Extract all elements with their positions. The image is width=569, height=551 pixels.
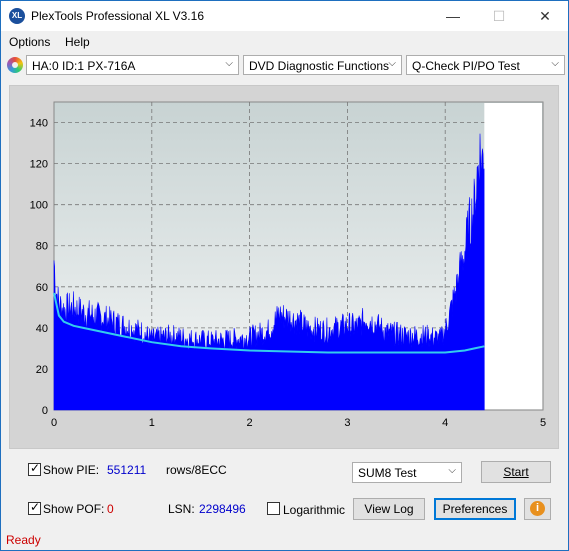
y-tick-label: 0 xyxy=(42,405,48,417)
lsn-value: 2298496 xyxy=(199,502,246,516)
maximize-button[interactable]: ☐ xyxy=(476,1,522,31)
drive-select-value: HA:0 ID:1 PX-716A xyxy=(32,59,136,73)
drive-select[interactable]: HA:0 ID:1 PX-716A ⌵ xyxy=(26,55,239,75)
toolbar: HA:0 ID:1 PX-716A ⌵ DVD Diagnostic Funct… xyxy=(1,53,568,79)
unscanned-region xyxy=(484,103,542,409)
menu-bar: Options Help xyxy=(1,32,568,52)
show-pie-label: Show PIE: xyxy=(43,463,100,477)
preferences-button[interactable]: Preferences xyxy=(434,498,516,520)
y-tick-label: 40 xyxy=(36,323,48,335)
menu-help[interactable]: Help xyxy=(65,35,90,49)
preferences-label: Preferences xyxy=(442,502,508,516)
title-bar: XL PlexTools Professional XL V3.16 — ☐ ✕ xyxy=(1,1,568,31)
view-log-button[interactable]: View Log xyxy=(353,498,425,520)
y-tick-label: 140 xyxy=(30,118,48,130)
sum-test-select[interactable]: SUM8 Test ⌵ xyxy=(352,462,462,483)
y-tick-label: 120 xyxy=(30,159,48,171)
x-tick-label: 4 xyxy=(442,417,448,429)
start-button[interactable]: Start xyxy=(481,461,551,483)
x-tick-label: 2 xyxy=(247,417,253,429)
function-select[interactable]: DVD Diagnostic Functions ⌵ xyxy=(243,55,402,75)
show-pof-checkbox[interactable]: ✓ xyxy=(28,500,41,515)
show-pof-label: Show POF: xyxy=(43,502,105,516)
y-tick-label: 20 xyxy=(36,364,48,376)
x-tick-label: 3 xyxy=(344,417,350,429)
app-window: XL PlexTools Professional XL V3.16 — ☐ ✕… xyxy=(0,0,569,551)
info-button[interactable]: i xyxy=(524,498,551,520)
y-tick-label: 100 xyxy=(30,200,48,212)
chevron-down-icon: ⌵ xyxy=(225,58,233,69)
sum-test-value: SUM8 Test xyxy=(358,466,417,480)
y-tick-label: 80 xyxy=(36,241,48,253)
y-tick-label: 60 xyxy=(36,282,48,294)
disc-icon xyxy=(7,57,23,73)
info-icon: i xyxy=(530,501,545,516)
chevron-down-icon: ⌵ xyxy=(551,58,559,69)
window-title: PlexTools Professional XL V3.16 xyxy=(31,9,204,23)
pie-value: 551211 xyxy=(107,463,147,477)
pi-chart: 0 20 40 60 80 100 120 140 0 1 2 3 4 5 xyxy=(30,101,546,429)
status-text: Ready xyxy=(6,533,41,547)
lsn-label: LSN: xyxy=(168,502,195,516)
x-tick-label: 1 xyxy=(149,417,155,429)
controls-panel: ✓ Show PIE: 551211 rows/8ECC SUM8 Test ⌵… xyxy=(9,453,559,528)
logarithmic-checkbox[interactable]: ✓ xyxy=(267,502,280,515)
test-select-value: Q-Check PI/PO Test xyxy=(412,59,520,73)
status-bar: Ready xyxy=(1,530,568,550)
chevron-down-icon: ⌵ xyxy=(448,465,456,476)
start-button-label: Start xyxy=(503,465,529,479)
show-pie-checkbox[interactable]: ✓ xyxy=(28,461,41,476)
chevron-down-icon: ⌵ xyxy=(388,58,396,69)
menu-options[interactable]: Options xyxy=(9,35,50,49)
test-select[interactable]: Q-Check PI/PO Test ⌵ xyxy=(406,55,565,75)
x-tick-label: 5 xyxy=(540,417,546,429)
x-tick-label: 0 xyxy=(51,417,57,429)
pie-unit: rows/8ECC xyxy=(166,463,227,477)
minimize-button[interactable]: — xyxy=(430,1,476,31)
app-logo-icon: XL xyxy=(9,8,25,24)
logarithmic-label: Logarithmic xyxy=(283,503,346,517)
pi-chart-panel: 0 20 40 60 80 100 120 140 0 1 2 3 4 5 xyxy=(9,85,559,449)
function-select-value: DVD Diagnostic Functions xyxy=(249,59,390,73)
pof-value: 0 xyxy=(107,502,114,516)
view-log-label: View Log xyxy=(364,502,414,516)
close-button[interactable]: ✕ xyxy=(522,1,568,31)
